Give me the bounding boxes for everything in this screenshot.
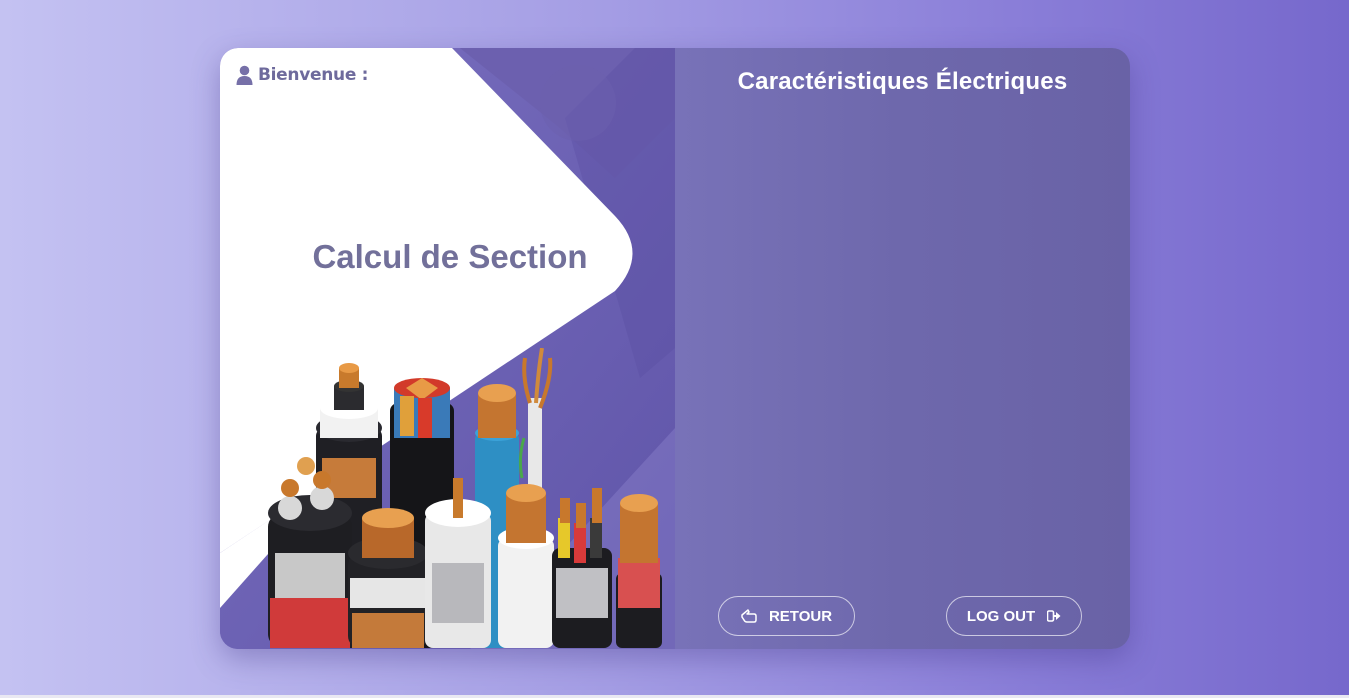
cables-illustration: [268, 348, 662, 648]
hand-left-icon: [741, 609, 757, 623]
app-title: Calcul de Section: [312, 238, 588, 275]
main-card: Bienvenue : Calcul de Section Caractéris…: [220, 48, 1130, 649]
back-button[interactable]: RETOUR: [718, 596, 855, 636]
back-label: RETOUR: [768, 607, 833, 625]
welcome-text: Bienvenue :: [258, 65, 369, 85]
section-title: Caractéristiques Électriques: [737, 68, 1068, 95]
logout-label: LOG OUT: [966, 607, 1036, 625]
logout-button[interactable]: LOG OUT: [946, 596, 1082, 636]
content-panel: Caractéristiques Électriques RETOUR LOG …: [675, 48, 1130, 649]
hero-panel: Bienvenue : Calcul de Section: [220, 48, 675, 649]
user-icon: [236, 65, 253, 85]
sign-out-icon: [1047, 610, 1061, 622]
welcome-label: Bienvenue :: [236, 65, 368, 85]
